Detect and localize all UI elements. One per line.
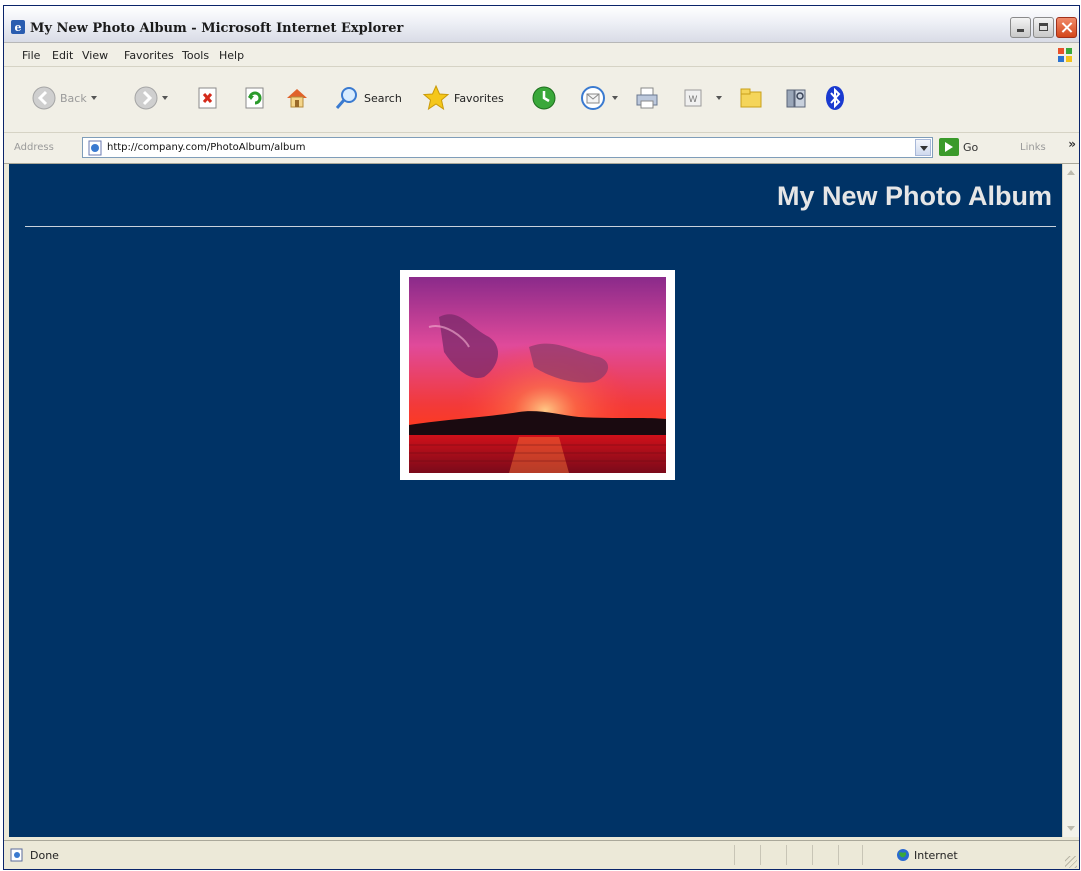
page-content: My New Photo Album	[9, 164, 1062, 837]
bluetooth-icon	[826, 86, 844, 110]
address-bar: Address http://company.com/PhotoAlbum/al…	[4, 133, 1079, 164]
favorites-button[interactable]: Favorites	[422, 84, 504, 112]
status-divider	[786, 845, 787, 865]
mail-dropdown-icon[interactable]	[612, 96, 618, 100]
stop-icon	[198, 87, 217, 109]
history-button[interactable]	[531, 84, 557, 112]
forward-button[interactable]	[134, 84, 168, 112]
address-url: http://company.com/PhotoAlbum/album	[107, 142, 306, 153]
home-button[interactable]	[284, 84, 310, 112]
stop-button[interactable]	[197, 84, 219, 112]
minimize-button[interactable]	[1010, 17, 1031, 38]
address-input[interactable]: http://company.com/PhotoAlbum/album	[82, 137, 933, 158]
edit-button[interactable]: W	[682, 84, 704, 112]
forward-dropdown-icon[interactable]	[162, 96, 168, 100]
search-icon	[335, 87, 357, 109]
menu-view[interactable]: View	[82, 49, 108, 62]
research-button[interactable]	[784, 84, 808, 112]
discuss-button[interactable]	[739, 84, 763, 112]
edit-dropdown-icon	[716, 96, 722, 100]
edit-dropdown-button[interactable]	[716, 84, 722, 112]
resize-grip[interactable]	[1065, 856, 1077, 868]
menu-file[interactable]: File	[22, 49, 40, 62]
research-book-icon	[786, 89, 806, 108]
svg-text:e: e	[15, 21, 22, 34]
folder-icon	[740, 88, 762, 108]
address-dropdown-button[interactable]	[915, 139, 931, 156]
page-title: My New Photo Album	[777, 181, 1052, 211]
vertical-scrollbar[interactable]	[1062, 164, 1079, 837]
photo-frame[interactable]	[400, 270, 675, 480]
status-divider	[734, 845, 735, 865]
page-icon	[88, 140, 102, 156]
printer-icon	[636, 87, 658, 109]
windows-logo-icon	[1058, 48, 1072, 62]
internet-explorer-icon: e	[11, 20, 25, 34]
back-dropdown-icon[interactable]	[90, 96, 97, 100]
status-divider	[862, 845, 863, 865]
search-label: Search	[364, 91, 402, 105]
back-arrow-icon	[32, 86, 56, 110]
title-bar: e My New Photo Album - Microsoft Interne…	[4, 6, 1079, 43]
refresh-icon	[245, 87, 264, 109]
bluetooth-button[interactable]	[824, 84, 846, 112]
search-button[interactable]: Search	[334, 84, 402, 112]
menu-bar: File Edit View Favorites Tools Help	[4, 43, 1079, 67]
links-more-chevron[interactable]: »	[1068, 137, 1076, 151]
toolbar: Back Search Favorites W	[4, 67, 1079, 133]
menu-favorites[interactable]: Favorites	[124, 49, 174, 62]
internet-globe-icon	[897, 849, 909, 861]
back-label: Back	[60, 91, 87, 105]
browser-window: e My New Photo Album - Microsoft Interne…	[3, 5, 1080, 870]
scroll-up-button[interactable]	[1063, 164, 1079, 180]
status-divider	[760, 845, 761, 865]
security-zone-label: Internet	[914, 849, 958, 862]
scroll-down-button[interactable]	[1063, 821, 1079, 837]
mail-icon	[581, 86, 605, 110]
favorites-star-icon	[422, 84, 450, 111]
refresh-button[interactable]	[244, 84, 266, 112]
close-button[interactable]	[1056, 17, 1077, 38]
window-title: My New Photo Album - Microsoft Internet …	[30, 21, 404, 36]
menu-tools[interactable]: Tools	[182, 49, 209, 62]
links-toolbar[interactable]: Links	[1020, 142, 1046, 153]
status-divider	[812, 845, 813, 865]
sunset-photo[interactable]	[409, 277, 666, 473]
back-button[interactable]: Back	[32, 84, 97, 112]
history-icon	[532, 86, 556, 110]
menu-help[interactable]: Help	[219, 49, 244, 62]
forward-arrow-icon	[134, 86, 158, 110]
menu-edit[interactable]: Edit	[52, 49, 73, 62]
svg-text:W: W	[689, 95, 698, 105]
page-done-icon	[10, 848, 23, 862]
word-document-icon: W	[684, 89, 702, 107]
go-button[interactable]: Go	[939, 138, 978, 156]
status-divider	[838, 845, 839, 865]
go-label: Go	[963, 140, 979, 154]
maximize-button[interactable]	[1033, 17, 1054, 38]
go-arrow-icon	[939, 138, 959, 156]
address-label: Address	[14, 142, 54, 153]
status-text: Done	[30, 849, 59, 862]
mail-button[interactable]	[580, 84, 618, 112]
print-button[interactable]	[634, 84, 660, 112]
favorites-label: Favorites	[454, 91, 504, 105]
status-bar: Done Internet	[4, 840, 1079, 869]
home-icon	[287, 89, 307, 108]
title-divider	[25, 226, 1056, 227]
